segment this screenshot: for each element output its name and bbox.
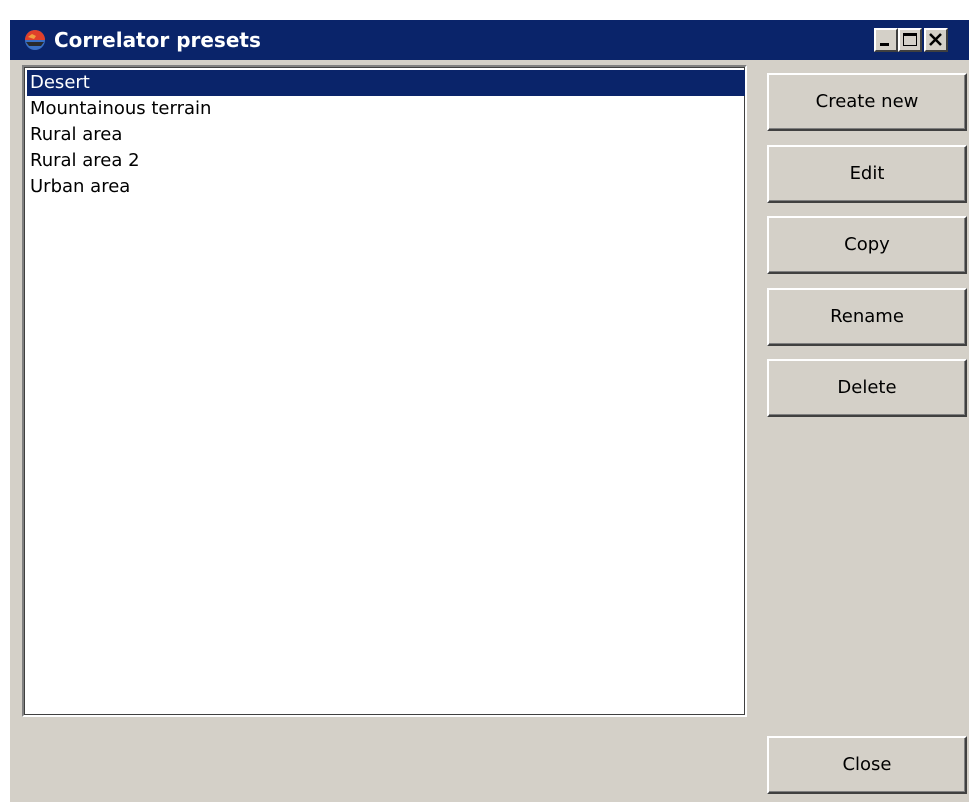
list-item[interactable]: Mountainous terrain — [27, 96, 745, 122]
correlator-presets-window: Correlator presets Desert Mountainous te… — [10, 20, 969, 802]
close-button[interactable]: Close — [767, 736, 967, 794]
minimize-icon — [880, 43, 889, 46]
maximize-icon — [903, 33, 917, 46]
copy-button[interactable]: Copy — [767, 216, 967, 274]
app-globe-icon — [22, 28, 48, 52]
maximize-button[interactable] — [898, 28, 922, 52]
list-item[interactable]: Rural area 2 — [27, 148, 745, 174]
list-item[interactable]: Urban area — [27, 174, 745, 200]
window-title: Correlator presets — [54, 28, 261, 52]
create-new-button[interactable]: Create new — [767, 73, 967, 131]
edit-button[interactable]: Edit — [767, 145, 967, 203]
delete-button[interactable]: Delete — [767, 359, 967, 417]
list-item[interactable]: Desert — [27, 70, 745, 96]
title-bar[interactable]: Correlator presets — [10, 20, 969, 60]
minimize-button[interactable] — [874, 28, 898, 52]
close-icon — [929, 33, 942, 46]
list-item[interactable]: Rural area — [27, 122, 745, 148]
close-window-button[interactable] — [924, 28, 948, 52]
rename-button[interactable]: Rename — [767, 288, 967, 346]
presets-list[interactable]: Desert Mountainous terrain Rural area Ru… — [22, 65, 747, 717]
